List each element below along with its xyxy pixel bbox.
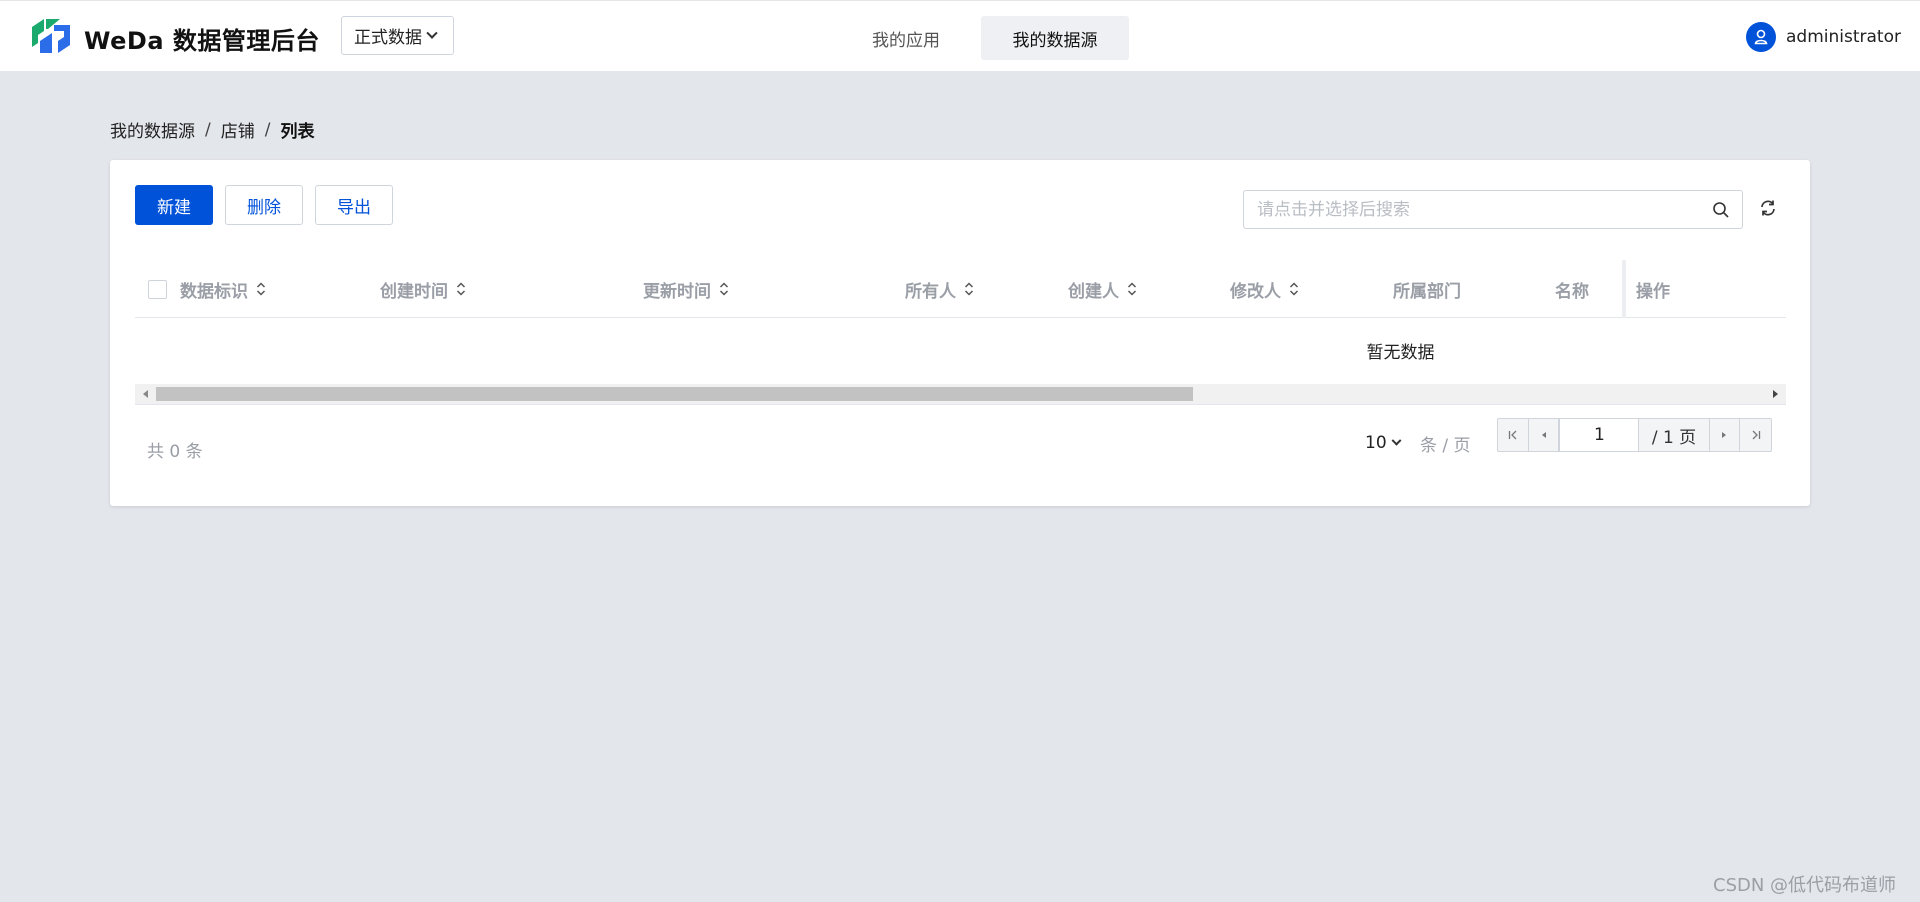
pager: / 1 页: [1497, 418, 1772, 452]
page-size-select[interactable]: 10: [1365, 424, 1402, 462]
sort-icon[interactable]: [256, 281, 266, 297]
column-header-label: 更新时间: [643, 281, 711, 302]
column-header-updated-time[interactable]: 更新时间: [643, 260, 729, 318]
table-header: 数据标识 创建时间 更新时间 所有人 创建人 修改人 所属部门 名称 操作: [135, 260, 1786, 318]
divider: [135, 404, 1786, 405]
scroll-right-icon[interactable]: [1773, 390, 1778, 398]
sort-icon[interactable]: [1127, 281, 1137, 297]
caret-right-icon: [1722, 432, 1727, 438]
sort-icon[interactable]: [719, 281, 729, 297]
total-pages-label: / 1 页: [1639, 419, 1710, 451]
nav-tab-my-apps[interactable]: 我的应用: [856, 16, 956, 60]
first-page-icon: [1508, 430, 1517, 440]
column-header-data-id[interactable]: 数据标识: [180, 260, 266, 318]
total-count: 共 0 条: [147, 442, 203, 462]
chevron-down-icon: [1391, 435, 1402, 446]
last-page-button[interactable]: [1740, 419, 1771, 451]
weda-logo-icon: [32, 19, 70, 53]
breadcrumb-separator: /: [205, 119, 211, 140]
column-header-department: 所属部门: [1393, 260, 1461, 318]
empty-state: 暂无数据: [135, 338, 1786, 363]
search-input[interactable]: [1244, 191, 1684, 228]
per-page-label: 条 / 页: [1420, 435, 1471, 456]
new-button[interactable]: 新建: [135, 185, 213, 225]
next-page-button[interactable]: [1710, 419, 1741, 451]
chevron-down-icon: [426, 27, 438, 39]
column-header-creator[interactable]: 创建人: [1068, 260, 1137, 318]
search-box: [1243, 190, 1743, 229]
column-header-label: 名称: [1555, 281, 1589, 302]
breadcrumb-item-current: 列表: [280, 122, 315, 142]
username: administrator: [1786, 27, 1901, 47]
user-menu[interactable]: administrator: [1746, 22, 1901, 52]
search-icon[interactable]: [1712, 201, 1730, 219]
watermark: CSDN @低代码布道师: [1713, 875, 1897, 896]
prev-page-button[interactable]: [1529, 419, 1560, 451]
column-header-label: 修改人: [1230, 281, 1281, 302]
breadcrumb-separator: /: [264, 119, 271, 140]
list-card: 新建 删除 导出 数据标识 创建时间 更新时间 所有人: [110, 160, 1810, 506]
delete-button[interactable]: 删除: [225, 185, 303, 225]
breadcrumb-item-store[interactable]: 店铺: [221, 117, 255, 142]
sort-icon[interactable]: [1289, 281, 1299, 297]
app-title: WeDa 数据管理后台: [84, 27, 320, 55]
horizontal-scrollbar[interactable]: [135, 384, 1786, 404]
top-navbar: WeDa 数据管理后台 正式数据 我的应用 我的数据源 administrato…: [0, 0, 1920, 71]
sort-icon[interactable]: [964, 281, 974, 297]
environment-select-value: 正式数据: [354, 28, 422, 48]
sort-icon[interactable]: [456, 281, 466, 297]
column-header-owner[interactable]: 所有人: [905, 260, 974, 318]
column-header-actions: 操作: [1636, 281, 1670, 302]
caret-left-icon: [1541, 432, 1546, 438]
environment-select[interactable]: 正式数据: [341, 16, 454, 55]
column-header-label: 数据标识: [180, 281, 248, 302]
export-button[interactable]: 导出: [315, 185, 393, 225]
column-header-label: 所属部门: [1393, 281, 1461, 302]
page-number-input[interactable]: [1559, 419, 1640, 451]
page-size-value: 10: [1365, 433, 1387, 453]
select-all-checkbox[interactable]: [148, 280, 167, 299]
column-header-label: 所有人: [905, 281, 956, 302]
column-header-label: 创建时间: [380, 281, 448, 302]
column-header-label: 创建人: [1068, 281, 1119, 302]
breadcrumb: 我的数据源 / 店铺 / 列表: [110, 117, 315, 143]
nav-tab-my-data-sources[interactable]: 我的数据源: [981, 16, 1129, 60]
scroll-left-icon[interactable]: [143, 390, 148, 398]
breadcrumb-item-data-sources[interactable]: 我的数据源: [110, 117, 195, 142]
last-page-icon: [1752, 430, 1760, 440]
fixed-actions-column: 操作: [1622, 260, 1786, 318]
first-page-button[interactable]: [1498, 419, 1529, 451]
column-header-modifier[interactable]: 修改人: [1230, 260, 1299, 318]
user-avatar-icon: [1746, 22, 1776, 52]
scrollbar-thumb[interactable]: [156, 387, 1193, 401]
empty-state-text: 暂无数据: [1366, 343, 1435, 363]
column-header-name: 名称: [1555, 260, 1589, 318]
refresh-icon[interactable]: [1758, 198, 1778, 218]
column-header-created-time[interactable]: 创建时间: [380, 260, 466, 318]
